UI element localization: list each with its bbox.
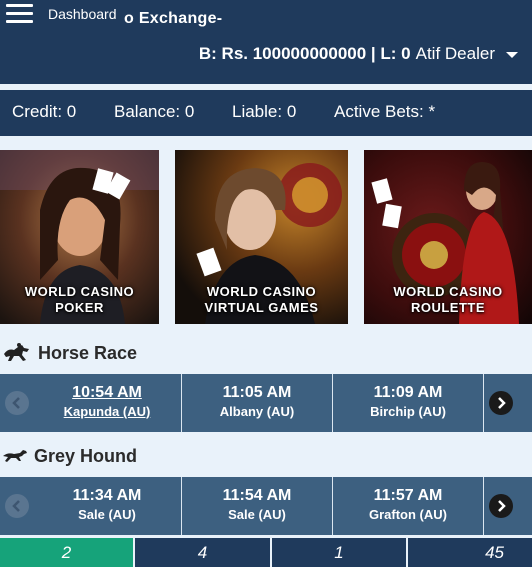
credit-label: Credit: 0 xyxy=(12,102,77,121)
tab-count-4[interactable]: 45 xyxy=(408,538,532,567)
race-item[interactable]: 11:05 AM Albany (AU) xyxy=(182,374,333,432)
liable-label: Liable: 0 xyxy=(232,102,297,121)
tile-caption: WORLD CASINO POKER xyxy=(24,284,135,315)
brand-name: o Exchange- xyxy=(124,10,223,27)
account-status-bar: Credit: 0 Balance: 0 Liable: 0 Active Be… xyxy=(0,90,532,136)
race-item[interactable]: 11:57 AM Grafton (AU) xyxy=(333,477,484,535)
account-menu[interactable]: B: Rs. 100000000000 | L: 0 Atif Dealer xyxy=(199,44,518,64)
balance-label: Balance: 0 xyxy=(114,102,195,121)
grey-hound-header: Grey Hound xyxy=(0,441,532,471)
prev-arrow-icon[interactable] xyxy=(5,391,29,415)
grey-hound-row: 11:34 AM Sale (AU) 11:54 AM Sale (AU) 11… xyxy=(0,477,532,535)
section-title: Horse Race xyxy=(38,342,138,363)
race-item[interactable]: 11:09 AM Birchip (AU) xyxy=(333,374,484,432)
tab-count-3[interactable]: 1 xyxy=(272,538,408,567)
next-arrow-icon[interactable] xyxy=(489,494,513,518)
greyhound-icon xyxy=(3,450,27,462)
horse-race-row: 10:54 AM Kapunda (AU) 11:05 AM Albany (A… xyxy=(0,374,532,432)
horse-icon xyxy=(4,343,29,361)
tab-count-2[interactable]: 4 xyxy=(135,538,272,567)
tab-count-1[interactable]: 2 xyxy=(0,538,135,567)
active-bets-label: Active Bets: * xyxy=(334,102,436,121)
race-item[interactable]: 10:54 AM Kapunda (AU) xyxy=(33,374,182,432)
section-title: Grey Hound xyxy=(34,445,138,466)
balance-liability-text: B: Rs. 100000000000 | L: 0 xyxy=(198,44,411,63)
race-item[interactable]: 11:34 AM Sale (AU) xyxy=(33,477,182,535)
bottom-tab-bar: 2 4 1 45 xyxy=(0,538,532,567)
tile-caption: WORLD CASINO ROULETTE xyxy=(393,284,503,315)
top-header: Dashboard o Exchange- B: Rs. 10000000000… xyxy=(0,0,532,84)
tile-caption: WORLD CASINO VIRTUAL GAMES xyxy=(204,284,319,315)
horse-race-header: Horse Race xyxy=(0,338,532,368)
chevron-down-icon xyxy=(506,52,518,58)
casino-tile-poker[interactable]: WORLD CASINO POKER xyxy=(0,150,159,324)
casino-tile-virtual-games[interactable]: WORLD CASINO VIRTUAL GAMES xyxy=(175,150,348,324)
hamburger-menu-icon[interactable] xyxy=(6,4,33,24)
username: Atif Dealer xyxy=(415,44,495,63)
next-arrow-icon[interactable] xyxy=(489,391,513,415)
prev-arrow-icon[interactable] xyxy=(5,494,29,518)
race-item[interactable]: 11:54 AM Sale (AU) xyxy=(182,477,333,535)
casino-tile-roulette[interactable]: WORLD CASINO ROULETTE xyxy=(364,150,532,324)
dashboard-link[interactable]: Dashboard xyxy=(48,6,117,22)
